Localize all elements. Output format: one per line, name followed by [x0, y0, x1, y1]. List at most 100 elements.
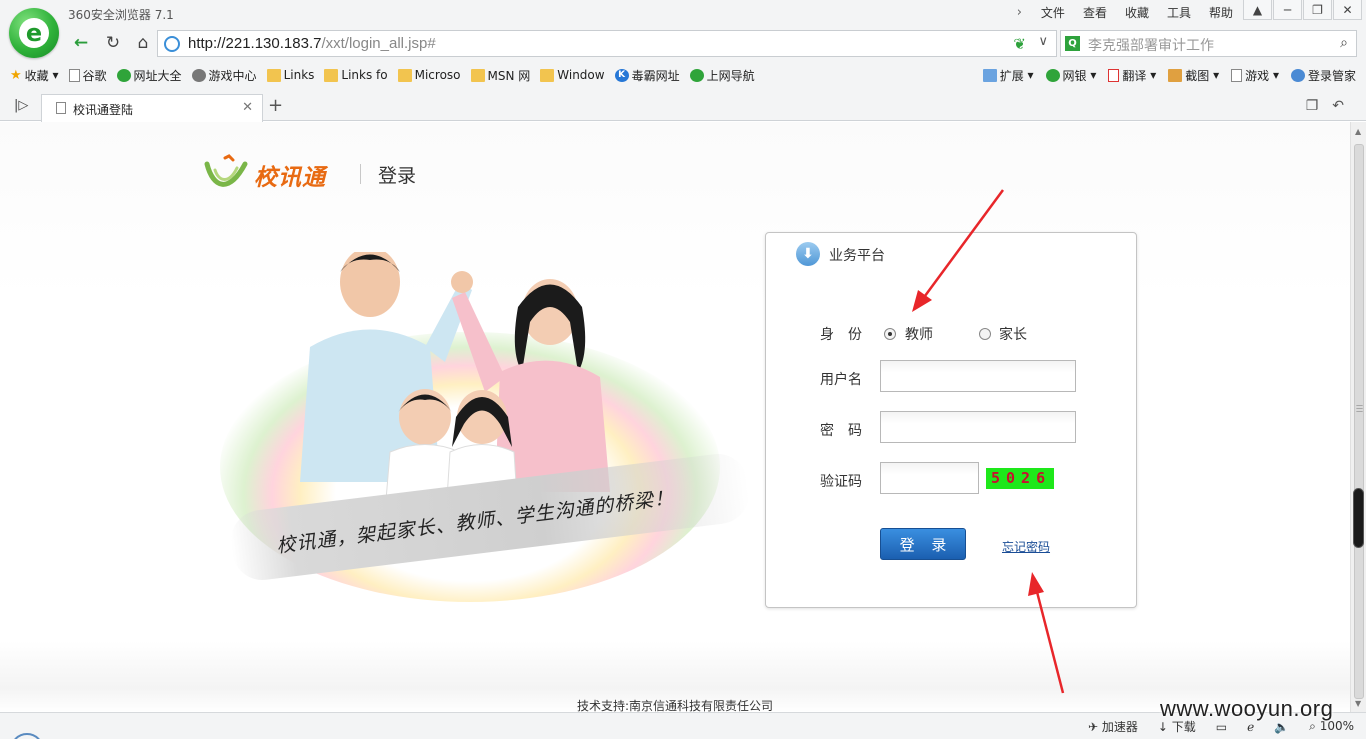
menu-tools[interactable]: 工具 — [1158, 4, 1200, 21]
minimize-button[interactable]: ─ — [1273, 0, 1302, 20]
menu-view[interactable]: 查看 — [1074, 4, 1116, 21]
banking-button[interactable]: 网银 ▾ — [1045, 67, 1096, 84]
search-engine-icon[interactable]: Q — [1065, 36, 1080, 51]
k-icon: K — [614, 68, 629, 82]
key-icon — [1290, 68, 1305, 82]
bookmark-google[interactable]: 谷歌 — [68, 67, 107, 84]
chevron-right-icon[interactable]: › — [1017, 5, 1022, 20]
bookmark-windows[interactable]: Window — [540, 68, 605, 82]
search-icon[interactable]: ⌕ — [1340, 35, 1348, 51]
undo-close-icon[interactable]: ↶ — [1332, 98, 1344, 114]
bookmark-label: Microso — [414, 68, 461, 82]
back-arrow-icon[interactable]: ← — [70, 32, 92, 54]
window-controls: ▲ ─ ❐ ✕ — [1242, 0, 1362, 20]
folder-icon — [266, 68, 281, 82]
watermark: www.wooyun.org — [1160, 696, 1334, 721]
hero-image: 校讯通，架起家长、教师、学生沟通的桥梁！ — [200, 252, 760, 602]
page-icon — [56, 102, 66, 114]
menu-bar: › 文件 查看 收藏 工具 帮助 — [1017, 4, 1242, 21]
forgot-password-link[interactable]: 忘记密码 — [1002, 538, 1050, 555]
leaf-icon[interactable]: ❦ — [1013, 35, 1026, 53]
folder-icon — [397, 68, 412, 82]
address-bar-row: ← ↻ ⌂ http://221.130.183.7/xxt/login_all… — [0, 28, 1366, 60]
bookmark-game-center[interactable]: 游戏中心 — [191, 67, 257, 84]
reload-icon[interactable]: ↻ — [102, 32, 124, 54]
bookmark-links[interactable]: Links — [266, 68, 314, 82]
menu-help[interactable]: 帮助 — [1200, 4, 1242, 21]
bookmark-label: Links fo — [341, 68, 388, 82]
app-title: 360安全浏览器 7.1 — [68, 8, 174, 22]
panel-title: 业务平台 — [829, 248, 885, 264]
bookmark-url-list[interactable]: 网址大全 — [116, 67, 182, 84]
role-parent-label[interactable]: 家长 — [999, 324, 1027, 344]
scroll-down-icon[interactable]: ▼ — [1355, 699, 1361, 708]
menu-file[interactable]: 文件 — [1032, 4, 1074, 21]
bookmark-links-for[interactable]: Links fo — [324, 68, 388, 82]
extensions-button[interactable]: 扩展 ▾ — [982, 67, 1034, 84]
tab-title: 校讯通登陆 — [73, 103, 134, 117]
captcha-field[interactable] — [880, 462, 979, 494]
new-tab-button[interactable]: + — [268, 95, 283, 116]
bookmark-label: MSN 网 — [487, 68, 531, 83]
screenshot-button[interactable]: 截图 ▾ — [1168, 67, 1219, 84]
status-orb-icon[interactable] — [10, 733, 44, 739]
folder-icon — [470, 68, 485, 82]
password-field[interactable] — [880, 411, 1076, 443]
login-panel: ⬇ 业务平台 身 份 教师 家长 用户名 密 码 验证码 5026 登 录 忘记… — [765, 232, 1137, 608]
sidebar-toggle-icon[interactable]: |▷ — [14, 98, 28, 113]
bookmark-microsoft[interactable]: Microso — [397, 68, 461, 82]
grip-icon: — — — — [1356, 401, 1363, 415]
toolbar-label: 截图 — [1185, 68, 1210, 83]
globe-icon — [164, 36, 180, 52]
menu-favorites[interactable]: 收藏 — [1116, 4, 1158, 21]
search-input[interactable]: Q 李克强部署审计工作 ⌕ — [1060, 30, 1357, 57]
page-title: 登录 — [378, 165, 417, 187]
bookmark-duba[interactable]: K 毒霸网址 — [614, 67, 680, 84]
browser-logo-icon[interactable]: e — [9, 8, 59, 58]
globe-icon — [116, 68, 131, 82]
scroll-thumb[interactable] — [1354, 144, 1364, 699]
toolbar-right: 扩展 ▾ 网银 ▾ 翻译 ▾ 截图 ▾ 游戏 ▾ 登录管家 — [971, 60, 1356, 90]
password-label: 密 码 — [820, 423, 862, 439]
vertical-scrollbar[interactable]: ▲ — — — ▼ — [1350, 122, 1366, 712]
role-teacher-radio[interactable] — [884, 328, 896, 340]
role-parent-radio[interactable] — [979, 328, 991, 340]
role-teacher-label[interactable]: 教师 — [905, 324, 933, 344]
url-path: /xxt/login_all.jsp# — [321, 35, 436, 52]
tab-list-icon[interactable]: ❐ — [1306, 98, 1319, 114]
star-icon: ★ — [10, 67, 22, 83]
page-icon — [68, 68, 80, 82]
username-label: 用户名 — [820, 372, 862, 388]
toolbar-label: 扩展 — [999, 68, 1024, 83]
gamepad-icon — [1231, 68, 1243, 82]
translate-button[interactable]: 翻译 ▾ — [1108, 67, 1156, 84]
bookmark-favorites[interactable]: ★ 收藏 ▾ — [10, 67, 59, 84]
games-button[interactable]: 游戏 ▾ — [1231, 67, 1279, 84]
bookmark-label: 网址大全 — [133, 68, 182, 83]
brand-logo-icon — [204, 154, 248, 187]
tab-tools: ❐ ↶ — [1306, 98, 1344, 114]
maximize-button[interactable]: ❐ — [1303, 0, 1332, 20]
login-manager-button[interactable]: 登录管家 — [1290, 67, 1356, 84]
chevron-down-icon[interactable]: ∨ — [1038, 34, 1048, 49]
bookmark-nav[interactable]: 上网导航 — [689, 67, 755, 84]
divider — [360, 164, 361, 184]
bookmark-label: 上网导航 — [706, 68, 755, 83]
toolbar-label: 网银 — [1062, 68, 1087, 83]
close-icon[interactable]: ✕ — [242, 100, 253, 115]
home-icon[interactable]: ⌂ — [132, 32, 154, 54]
url-input[interactable]: http://221.130.183.7/xxt/login_all.jsp# … — [157, 30, 1057, 57]
bookmark-msn[interactable]: MSN 网 — [470, 67, 531, 84]
scissors-icon — [1168, 68, 1183, 82]
login-button[interactable]: 登 录 — [880, 528, 966, 560]
scroll-up-icon[interactable]: ▲ — [1355, 127, 1361, 136]
username-field[interactable] — [880, 360, 1076, 392]
close-button[interactable]: ✕ — [1333, 0, 1362, 20]
accelerator-button[interactable]: ✈ 加速器 — [1088, 718, 1138, 735]
bookmark-label: 游戏中心 — [208, 68, 257, 83]
tab-xiaoxuntong-login[interactable]: 校讯通登陆 ✕ — [41, 94, 263, 122]
bookmark-label: Window — [557, 68, 605, 82]
captcha-image[interactable]: 5026 — [986, 468, 1054, 489]
toolbar-label: 翻译 — [1122, 68, 1147, 83]
skin-icon[interactable]: ▲ — [1243, 0, 1272, 20]
